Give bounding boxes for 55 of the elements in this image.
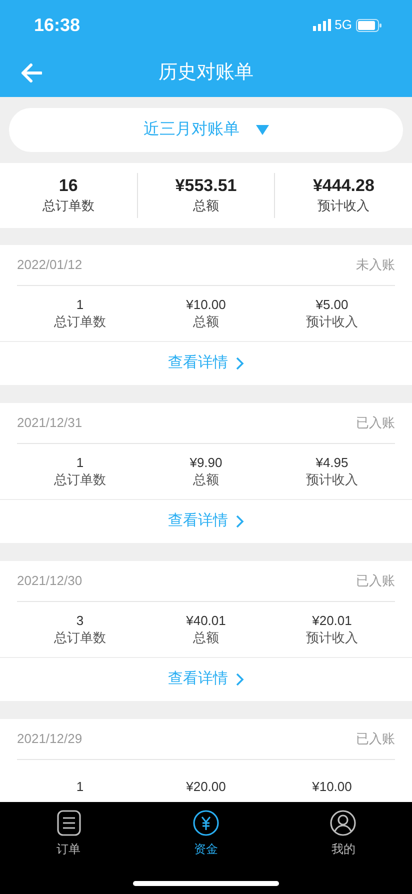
stat-value: ¥9.90 bbox=[190, 454, 222, 472]
stat-label: 预计收入 bbox=[306, 630, 358, 646]
battery-icon bbox=[356, 18, 382, 32]
stat-value: 1 bbox=[76, 454, 84, 472]
stat-label: 总订单数 bbox=[54, 472, 106, 488]
bill-status: 已入账 bbox=[356, 572, 395, 590]
stat-value: 3 bbox=[76, 612, 84, 630]
stat-label: 总订单数 bbox=[54, 314, 106, 330]
bill-date: 2021/12/29 bbox=[17, 730, 82, 748]
person-icon bbox=[330, 810, 356, 836]
signal-icon bbox=[312, 19, 331, 31]
details-link[interactable]: 查看详情 bbox=[0, 499, 412, 543]
stat-value: 1 bbox=[76, 296, 84, 314]
stat-label: 总额 bbox=[193, 630, 219, 646]
summary-value: ¥444.28 bbox=[312, 176, 374, 196]
stat-value: 1 bbox=[76, 779, 84, 796]
stat-label: 预计收入 bbox=[306, 472, 358, 488]
stat-value: ¥5.00 bbox=[316, 296, 348, 314]
bill-status: 未入账 bbox=[356, 256, 395, 274]
yuan-icon bbox=[192, 810, 219, 836]
stat-value: ¥4.95 bbox=[316, 454, 348, 472]
list-icon bbox=[56, 810, 81, 836]
summary-label: 总订单数 bbox=[42, 196, 94, 215]
summary-value: ¥553.51 bbox=[175, 176, 237, 196]
summary-value: 16 bbox=[58, 176, 78, 196]
bill-status: 已入账 bbox=[356, 414, 395, 432]
chevron-icon bbox=[236, 673, 244, 686]
stat-value: ¥20.01 bbox=[312, 612, 352, 630]
tab-item[interactable]: 订单 bbox=[0, 802, 138, 859]
details-link[interactable]: 查看详情 bbox=[0, 657, 412, 701]
stat-label: 总额 bbox=[193, 314, 219, 330]
bill-status: 已入账 bbox=[356, 730, 395, 748]
stat-value: ¥10.00 bbox=[312, 779, 352, 796]
tab-item[interactable]: 我的 bbox=[274, 802, 412, 859]
chevron-icon bbox=[236, 357, 244, 370]
stat-value: ¥10.00 bbox=[186, 296, 226, 314]
bill-date: 2021/12/30 bbox=[17, 572, 82, 590]
stat-value: ¥40.01 bbox=[186, 612, 226, 630]
network-label: 5G bbox=[334, 16, 352, 34]
summary-label: 预计收入 bbox=[318, 196, 370, 215]
stat-label: 总额 bbox=[193, 472, 219, 488]
stat-value: ¥20.00 bbox=[186, 779, 226, 796]
chevron-icon bbox=[236, 515, 244, 528]
status-time: 16:38 bbox=[34, 14, 80, 36]
filter-dropdown[interactable]: 近三月对账单 bbox=[9, 108, 403, 152]
tab-item[interactable]: 资金 bbox=[137, 802, 275, 859]
bill-date: 2021/12/31 bbox=[17, 414, 82, 432]
stat-label: 总订单数 bbox=[54, 630, 106, 646]
bill-date: 2022/01/12 bbox=[17, 256, 82, 274]
summary-label: 总额 bbox=[193, 196, 219, 215]
details-link[interactable]: 查看详情 bbox=[0, 341, 412, 385]
caret-icon bbox=[256, 125, 268, 135]
page-title: 历史对账单 bbox=[158, 61, 254, 86]
back-icon[interactable] bbox=[20, 63, 42, 83]
stat-label: 预计收入 bbox=[306, 314, 358, 330]
